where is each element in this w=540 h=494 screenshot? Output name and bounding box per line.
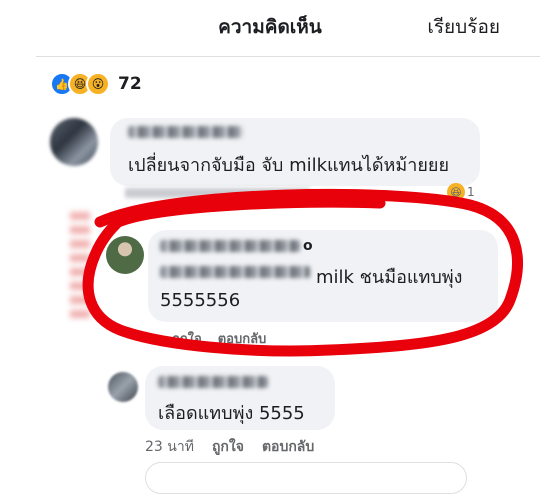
- reply-link[interactable]: ตอบกลับ: [218, 328, 267, 349]
- reply-text: เลือดแทบพุ่ง 5555: [158, 403, 305, 424]
- commenter-name-redacted: [158, 376, 268, 388]
- like-link[interactable]: ถูกใจ: [212, 436, 244, 458]
- divider: [36, 56, 540, 57]
- wow-icon: 😮: [86, 72, 110, 96]
- timestamp: 23 นาที: [145, 439, 194, 455]
- reply-meta: 23 นาที ถูกใจ ตอบกลับ: [145, 436, 314, 458]
- haha-icon: 😆: [447, 183, 465, 201]
- reply-text-line2: 5555556: [160, 290, 241, 311]
- comment-reaction-count: 1: [467, 185, 475, 199]
- reply-actions: ถูกใจ ตอบกลับ: [172, 328, 266, 349]
- like-link[interactable]: ถูกใจ: [172, 328, 202, 349]
- reply-text: milk ชนมือแทบพุ่ง: [316, 267, 463, 288]
- avatar[interactable]: [106, 236, 144, 274]
- reply-link[interactable]: ตอบกลับ: [262, 436, 314, 458]
- comment-meta-redacted: [125, 188, 310, 198]
- redacted-strip: [70, 212, 90, 322]
- avatar[interactable]: [50, 118, 98, 166]
- next-comment-partial: [145, 462, 467, 494]
- commenter-name-suffix: o: [303, 238, 313, 254]
- reaction-count: 72: [118, 74, 142, 94]
- reply-text-redacted: [160, 266, 310, 278]
- reactions-summary[interactable]: 👍 😆 😮 72: [50, 72, 142, 96]
- commenter-name-redacted: [128, 126, 243, 138]
- header: ความคิดเห็น เรียบร้อย: [0, 0, 540, 54]
- commenter-name-redacted: [160, 240, 300, 252]
- avatar[interactable]: [108, 372, 138, 402]
- done-button[interactable]: เรียบร้อย: [427, 12, 500, 42]
- comment-text: เปลี่ยนจากจับมือ จับ milkแทนได้หม้ายยย: [128, 155, 450, 176]
- comment-reaction[interactable]: 😆 1: [447, 183, 475, 201]
